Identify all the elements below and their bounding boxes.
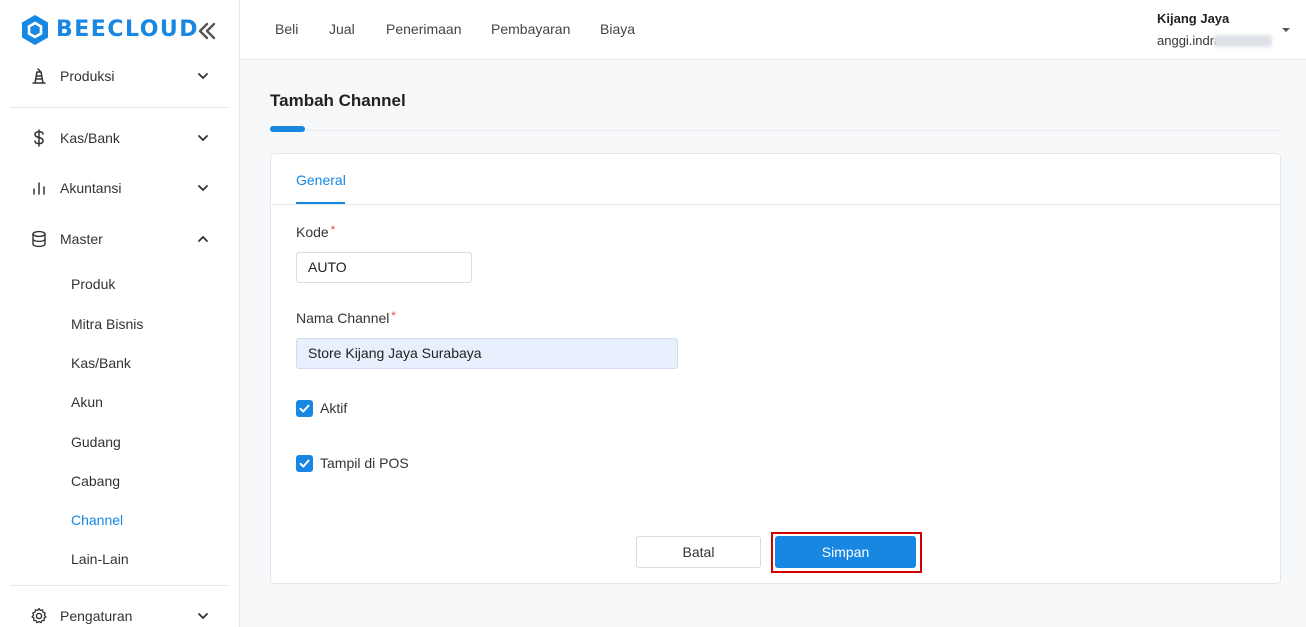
chevron-down-icon xyxy=(198,185,208,192)
checkmark-icon xyxy=(299,459,310,468)
title-divider xyxy=(270,130,1281,131)
nama-channel-label-text: Nama Channel xyxy=(296,310,390,326)
cancel-button[interactable]: Batal xyxy=(636,536,761,568)
sidebar-divider xyxy=(10,585,229,586)
user-company-name: Kijang Jaya xyxy=(1157,11,1230,26)
sidebar-subitem-kasbank[interactable]: Kas/Bank xyxy=(71,355,131,371)
required-marker: * xyxy=(391,310,396,322)
gear-icon xyxy=(31,607,47,624)
sidebar-subitem-lain-lain[interactable]: Lain-Lain xyxy=(71,551,129,567)
sidebar-subitem-gudang[interactable]: Gudang xyxy=(71,434,121,450)
sidebar-item-produksi[interactable]: Produksi xyxy=(0,56,240,96)
chevron-down-icon xyxy=(198,73,208,80)
brand-name: BEECLOUD xyxy=(56,17,200,42)
chevron-down-icon xyxy=(198,613,208,620)
page-title: Tambah Channel xyxy=(270,91,406,110)
dollar-icon xyxy=(34,129,44,147)
sidebar-item-kasbank[interactable]: Kas/Bank xyxy=(0,118,240,158)
sidebar-subitem-mitra-bisnis[interactable]: Mitra Bisnis xyxy=(71,316,143,332)
redacted-email-domain xyxy=(1214,35,1272,47)
sidebar-item-label: Kas/Bank xyxy=(60,130,120,146)
aktif-checkbox[interactable] xyxy=(296,400,313,417)
topnav-pembayaran[interactable]: Pembayaran xyxy=(491,21,570,37)
sidebar-item-label: Akuntansi xyxy=(60,180,122,196)
topnav-biaya[interactable]: Biaya xyxy=(600,21,635,37)
tab-general[interactable]: General xyxy=(296,172,346,188)
collapse-sidebar-icon[interactable] xyxy=(196,20,218,42)
sidebar-subitem-channel[interactable]: Channel xyxy=(71,512,123,528)
sidebar: BEECLOUD Produksi Kas/Bank Akuntansi Mas… xyxy=(0,0,240,627)
beecloud-logo-icon xyxy=(22,15,48,45)
channel-form-card: General Kode * AUTO Nama Channel * Store K… xyxy=(270,153,1281,584)
required-marker: * xyxy=(330,224,335,236)
bar-chart-icon xyxy=(33,182,45,195)
nama-channel-input[interactable]: Store Kijang Jaya Surabaya xyxy=(296,338,678,369)
database-icon xyxy=(32,230,46,248)
tampil-pos-label: Tampil di POS xyxy=(320,455,409,471)
user-email: anggi.indra xyxy=(1157,33,1222,48)
sidebar-subitem-akun[interactable]: Akun xyxy=(71,394,103,410)
sidebar-subitem-cabang[interactable]: Cabang xyxy=(71,473,120,489)
brand-logo[interactable]: BEECLOUD xyxy=(20,14,220,48)
chevron-down-icon xyxy=(198,135,208,142)
save-button[interactable]: Simpan xyxy=(775,536,916,568)
nama-channel-label: Nama Channel * xyxy=(296,310,396,326)
sidebar-item-label: Produksi xyxy=(60,68,115,84)
production-icon xyxy=(32,68,46,84)
topnav-jual[interactable]: Jual xyxy=(329,21,355,37)
topnav-penerimaan[interactable]: Penerimaan xyxy=(386,21,462,37)
kode-label-text: Kode xyxy=(296,224,329,240)
kode-input[interactable]: AUTO xyxy=(296,252,472,283)
checkmark-icon xyxy=(299,404,310,413)
topnav-beli[interactable]: Beli xyxy=(275,21,298,37)
title-accent-bar xyxy=(270,126,305,132)
sidebar-item-pengaturan[interactable]: Pengaturan xyxy=(0,596,240,627)
chevron-up-icon xyxy=(198,235,208,242)
top-navigation-bar: Beli Jual Penerimaan Pembayaran Biaya Ki… xyxy=(240,0,1306,60)
sidebar-item-akuntansi[interactable]: Akuntansi xyxy=(0,168,240,208)
sidebar-divider xyxy=(10,107,229,108)
kode-label: Kode * xyxy=(296,224,335,240)
sidebar-item-label: Pengaturan xyxy=(60,608,133,624)
caret-down-icon[interactable] xyxy=(1280,25,1292,35)
tab-divider xyxy=(271,204,1280,205)
aktif-label: Aktif xyxy=(320,400,348,416)
sidebar-item-master[interactable]: Master xyxy=(0,219,240,259)
sidebar-subitem-produk[interactable]: Produk xyxy=(71,276,115,292)
tampil-pos-checkbox[interactable] xyxy=(296,455,313,472)
sidebar-item-label: Master xyxy=(60,231,103,247)
